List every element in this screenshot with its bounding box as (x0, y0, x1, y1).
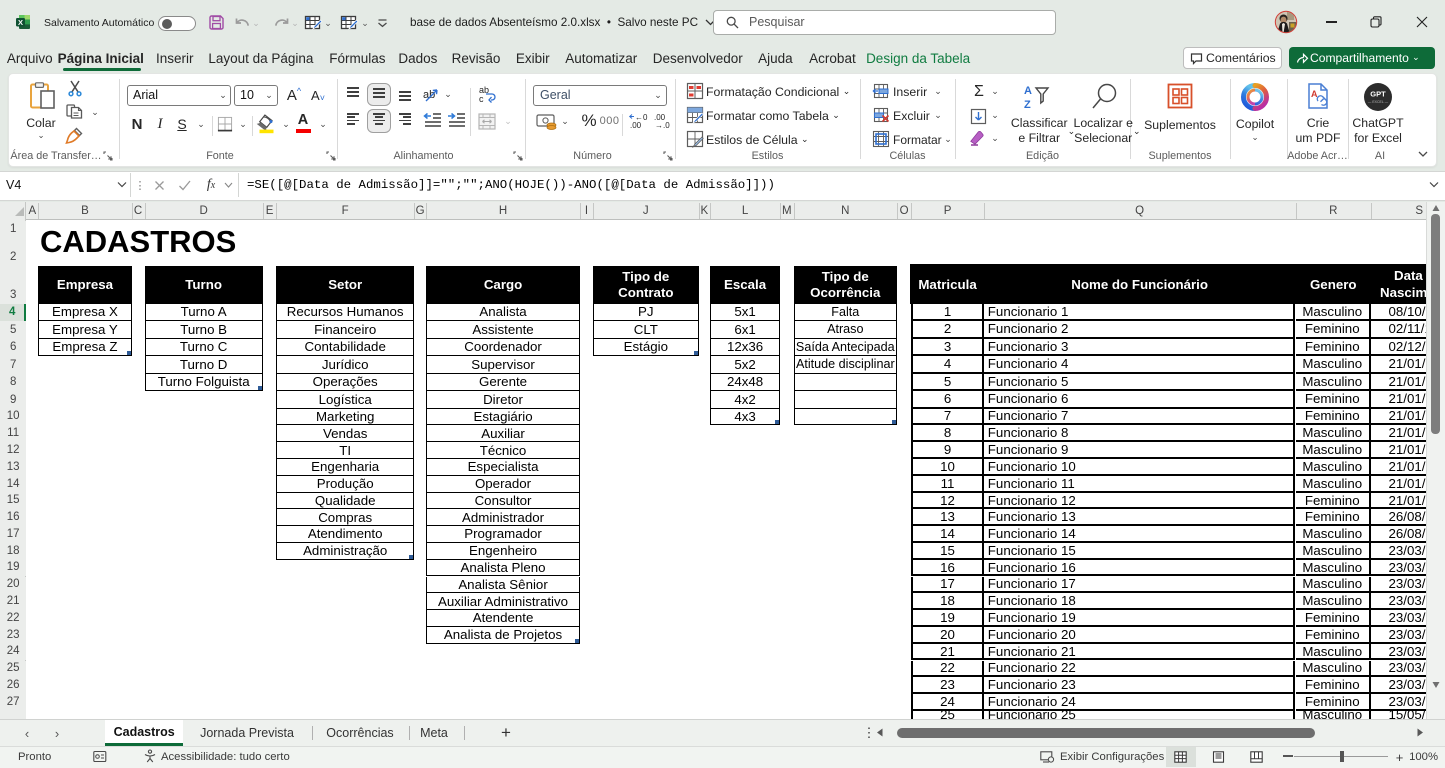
svg-text:X: X (18, 18, 23, 27)
svg-text:.00: .00 (630, 121, 642, 130)
svg-text:→.0: →.0 (655, 121, 670, 130)
svg-text:A: A (1024, 85, 1032, 97)
svg-text:— EXCEL —: — EXCEL — (1368, 100, 1389, 104)
svg-text:Z: Z (1024, 99, 1031, 111)
svg-text:GPT: GPT (1370, 90, 1386, 99)
svg-text:c: c (479, 94, 484, 104)
